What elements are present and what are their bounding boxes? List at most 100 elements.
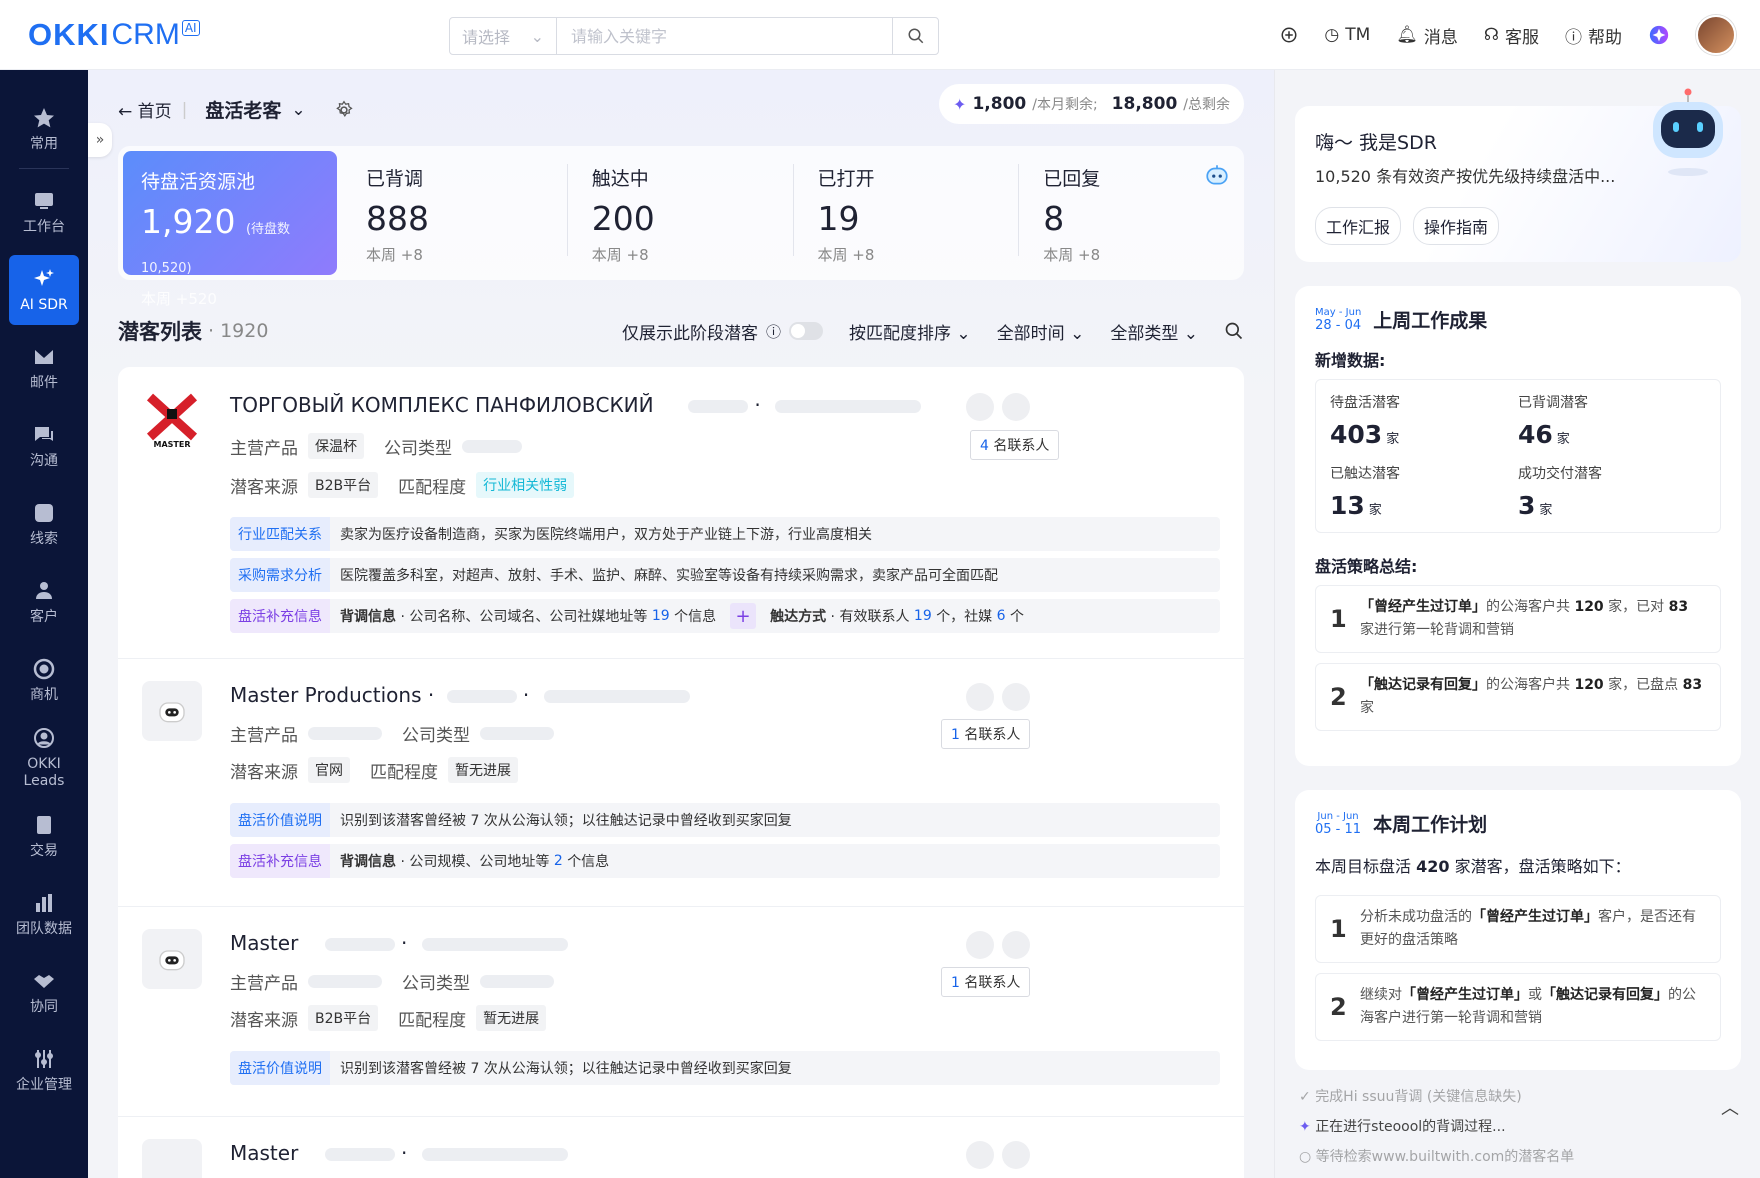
sidebar-item-handshake[interactable]: 协同 [9,957,79,1027]
contacts-button[interactable]: 1 名联系人 [941,967,1031,997]
time-dropdown[interactable]: 全部时间 ⌄ [997,319,1085,344]
robot-icon [1206,165,1228,185]
search-scope-select[interactable]: 请选择 ⌄ [450,18,557,54]
contacts-button[interactable]: 1 名联系人 [941,719,1031,749]
page-title[interactable]: 盘活老客 [205,96,281,123]
sort-dropdown[interactable]: 按匹配度排序 ⌄ [849,319,971,344]
help-button[interactable]: ⓘ 帮助 [1565,23,1622,48]
prospect-card[interactable]: Master · [118,1117,1244,1178]
sdr-robot-icon [1653,88,1723,176]
tm-button[interactable]: ◷ TM [1324,25,1370,45]
stat-reaching[interactable]: 触达中 200 本周 +8 [566,164,793,264]
sidebar-item-leads[interactable]: 线索 [9,489,79,559]
prospect-card[interactable]: Master Productions · · 1 名联系人 主营产品 公司类型 潜… [118,659,1244,907]
global-search: 请选择 ⌄ [449,17,939,55]
type-dropdown[interactable]: 全部类型 ⌄ [1110,319,1198,344]
this-week-plan-card: Jun - Jun 05 - 11 本周工作计划 本周目标盘活 420 家潜客，盘… [1295,790,1741,1070]
insight-industry: 行业匹配关系 卖家为医疗设备制造商，买家为医院终端用户，双方处于产业链上下游，行业… [230,517,1220,551]
sidebar-item-sparkle[interactable]: AI SDR [9,255,79,325]
service-button[interactable]: ☊ 客服 [1484,23,1539,48]
handshake-icon [34,974,54,988]
robot-avatar-icon [142,681,202,741]
date-range-icon: May - Jun 28 - 04 [1315,306,1362,333]
stat-opened[interactable]: 已打开 19 本周 +8 [792,164,1019,264]
resource-pool-card[interactable]: 待盘活资源池 1,920 (待盘数 10,520) 本周 +520 [123,151,337,308]
only-stage-filter: 仅展示此阶段潜客 ⓘ [622,319,824,344]
list-header: 潜客列表 · 1920 仅展示此阶段潜客 ⓘ 按匹配度排序 ⌄ 全部时间 ⌄ 全部… [118,316,1244,346]
ai-assistant-button[interactable] [1648,24,1670,46]
date-range-icon: Jun - Jun 05 - 11 [1315,810,1362,837]
guide-button[interactable]: 操作指南 [1413,207,1500,245]
expand-sidebar-button[interactable]: » [88,123,112,157]
plan-item: 1 分析未成功盘活的「曾经产生过订单」客户，是否还有更好的盘活策略 [1315,895,1721,963]
ai-orb-icon [1649,25,1669,45]
prospect-card[interactable]: MASTER ТОРГОВЫЙ КОМПЛЕКС ПАНФИЛОВСКИЙ · … [118,367,1244,659]
question-icon[interactable]: ⓘ [766,321,781,342]
breadcrumb: ← 首页 | 盘活老客 ⌄ [118,96,354,123]
search-icon [908,28,923,44]
headset-icon: ☊ [1483,25,1499,45]
strategy-item: 2 「触达记录有回复」的公海客户共 120 家，已盘点 83 家 [1315,663,1721,731]
insight-value: 盘活价值说明 识别到该潜客曾经被 7 次从公海认领；以往触达记录中曾经收到买家回复 [230,803,1220,837]
last-week-card: May - Jun 28 - 04 上周工作成果 新增数据: 待盘活潜客 403 家 … [1295,286,1741,766]
star-icon [34,107,54,127]
settings-sliders-icon [35,1049,53,1068]
robot-avatar-icon [142,929,202,989]
sidebar-item-workbench[interactable]: 工作台 [9,177,79,247]
plan-item: 2 继续对「曾经产生过订单」或「触达记录有回复」的公海客户进行第一轮背调和营销 [1315,973,1721,1041]
company-name[interactable]: Master [230,1141,298,1165]
work-report-button[interactable]: 工作汇报 [1315,207,1402,245]
company-logo: MASTER [142,389,202,449]
only-stage-toggle[interactable] [789,322,824,340]
add-button[interactable] [1280,26,1298,44]
sdr-panel: 嗨～ 我是SDR 10,520 条有效资产按优先级持续盘活中... 工作汇报 操… [1274,70,1760,1178]
question-icon: ⓘ [1565,27,1582,48]
clock-icon: ◷ [1324,25,1340,45]
activity-log: ✓ 完成Hi ssuu背调 (关键信息缺失) ✦ 正在进行steoool的背调过… [1299,1086,1739,1166]
plus-icon: + [730,603,757,629]
strategy-item: 1 「曾经产生过订单」的公海客户共 120 家，已对 83 家进行第一轮背调和营销 [1315,585,1721,653]
collapse-up-icon[interactable]: ︿ [1721,1094,1739,1120]
messages-button[interactable]: 🔔︎ 消息 [1396,23,1458,48]
plus-circle-icon [1281,27,1297,43]
new-data-grid: 待盘活潜客 403 家 已背调潜客 46 家 已触达潜客 13 家 成功交付潜客 3 家 [1315,379,1721,533]
check-circle-icon: ✓ [1299,1089,1311,1105]
stat-researched[interactable]: 已背调 888 本周 +8 [342,164,567,264]
prospect-card[interactable]: Master · 1 名联系人 主营产品 公司类型 潜客来源 B2B平台 匹配程度 暂无… [118,907,1244,1117]
sidebar-item-okki-leads[interactable]: OKKI Leads [9,723,79,793]
gear-icon[interactable] [334,100,354,120]
sidebar-item-mail[interactable]: 邮件 [9,333,79,403]
sidebar-item-deal[interactable]: 交易 [9,801,79,871]
log-item-waiting: ○ 等待检索www.builtwith.com的潜客名单 [1299,1149,1575,1165]
sidebar-item-settings-sliders[interactable]: 企业管理 [9,1035,79,1105]
mail-icon [35,349,53,364]
chevron-down-icon: ⌄ [530,26,544,46]
contacts-button[interactable]: 4 名联系人 [970,430,1060,460]
sidebar-item-team-data[interactable]: 团队数据 [9,879,79,949]
search-input[interactable] [557,18,892,54]
back-home-link[interactable]: ← 首页 [118,97,172,122]
robot-avatar-icon [142,1139,202,1178]
company-name[interactable]: Master Productions [230,683,421,707]
sidebar-item-chat[interactable]: 沟通 [9,411,79,481]
log-item-done: ✓ 完成Hi ssuu背调 (关键信息缺失) [1299,1089,1522,1105]
okki-crm-logo[interactable]: OKKI CRM AI [28,18,200,52]
search-icon[interactable] [1224,321,1244,341]
sidebar-item-star[interactable]: 常用 [9,94,79,164]
user-avatar[interactable] [1696,15,1736,55]
opportunity-icon [33,658,55,679]
sparkle-icon [34,268,54,286]
sidebar-item-customers[interactable]: 客户 [9,567,79,637]
quota-badge: ✦ 1,800/本月剩余; 18,800/总剩余 [939,84,1244,124]
company-name[interactable]: Master [230,931,298,955]
chevron-down-icon[interactable]: ⌄ [291,100,305,120]
search-button[interactable] [892,18,938,54]
sparkle-icon: ✦ [953,94,967,114]
company-name[interactable]: ТОРГОВЫЙ КОМПЛЕКС ПАНФИЛОВСКИЙ [230,393,654,417]
sidebar-item-opportunity[interactable]: 商机 [9,645,79,715]
customers-icon [36,581,52,599]
insight-demand: 采购需求分析 医院覆盖多科室，对超声、放射、手术、监护、麻醉、实验室等设备有持续采… [230,558,1220,592]
bell-icon: 🔔︎ [1396,25,1418,45]
leads-icon [35,503,53,522]
okki-leads-icon [34,728,54,748]
